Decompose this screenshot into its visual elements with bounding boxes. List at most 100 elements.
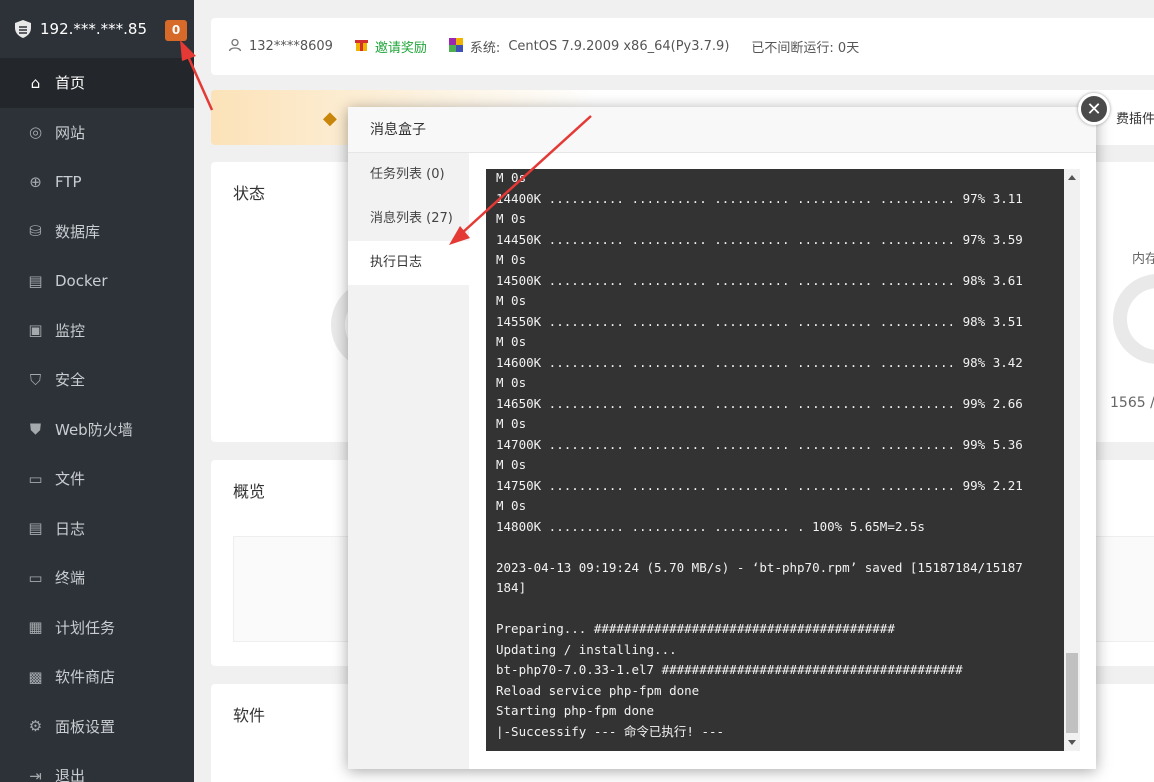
sidebar-item-label: 数据库: [55, 222, 101, 241]
dialog-tab-list: 任务列表 (0) 消息列表 (27) 执行日志: [348, 153, 469, 769]
log-line: 14600K .......... .......... .......... …: [496, 354, 1023, 370]
database-icon: ⛁: [29, 222, 42, 241]
log-line: Preparing... ###########################…: [496, 621, 895, 636]
banner-plugin-text[interactable]: 费插件: [1116, 108, 1154, 127]
log-scrollbar[interactable]: [1064, 169, 1080, 751]
sidebar-item[interactable]: ▩ 软件商店: [0, 652, 194, 702]
top-info-bar: 132****8609 邀请奖励 系统: CentOS 7.9.2009 x86…: [211, 18, 1154, 75]
log-line: 14450K .......... .......... .......... …: [496, 231, 1023, 247]
sidebar-item[interactable]: ▦ 计划任务: [0, 603, 194, 653]
scroll-down-arrow-icon[interactable]: [1068, 740, 1076, 745]
sidebar-item-label: 日志: [55, 519, 86, 538]
sidebar-item-label: 退出: [55, 767, 86, 782]
grid-icon: ▩: [28, 667, 43, 686]
sidebar-item[interactable]: ⛉ 安全: [0, 355, 194, 405]
sidebar-item-label: 面板设置: [55, 717, 116, 736]
sidebar-item[interactable]: ▣ 监控: [0, 306, 194, 356]
sidebar-item[interactable]: ◎ 网站: [0, 108, 194, 158]
log-line: M 0s: [496, 170, 527, 185]
sidebar-item-label: 首页: [55, 74, 86, 93]
log-line: |-Successify --- 命令已执行! ---: [496, 723, 725, 739]
terminal-icon: ▭: [28, 568, 43, 587]
log-icon: ▤: [28, 519, 43, 538]
invite-reward-link[interactable]: 邀请奖励: [375, 37, 427, 56]
dialog-tab[interactable]: 消息列表 (27): [348, 197, 469, 241]
scroll-up-arrow-icon[interactable]: [1068, 175, 1076, 180]
log-line: 14800K .......... .......... .......... …: [496, 518, 925, 534]
log-line: 14400K .......... .......... .......... …: [496, 190, 1023, 206]
memory-gauge: [1113, 274, 1154, 364]
gift-icon: [354, 38, 368, 56]
sidebar: 192.***.***.85 0 ⌂ 首页 ◎ 网站 ⊕ FTP ⛁ 数据库 ▤ Docker ▣ 监…: [0, 0, 194, 782]
sidebar-item-label: Web防火墙: [55, 420, 133, 439]
docker-icon: ▤: [28, 271, 43, 290]
log-line: M 0s: [496, 498, 527, 513]
sidebar-item-label: 网站: [55, 123, 86, 142]
close-dialog-button[interactable]: ✕: [1078, 93, 1110, 125]
status-title: 状态: [233, 184, 266, 203]
globe-icon: ◎: [28, 123, 43, 142]
firewall-shield-icon: ⛊: [29, 420, 42, 439]
monitor-icon: ▣: [28, 321, 43, 340]
sidebar-item[interactable]: ▤ Docker: [0, 256, 194, 306]
system-label: 系统:: [469, 41, 501, 56]
home-icon: ⌂: [30, 73, 41, 92]
log-line: M 0s: [496, 252, 527, 267]
log-line: M 0s: [496, 211, 527, 226]
memory-label: 内存: [1132, 252, 1154, 267]
sidebar-item[interactable]: ▭ 文件: [0, 454, 194, 504]
sidebar-item-label: 监控: [55, 321, 86, 340]
sidebar-item-label: 计划任务: [55, 618, 116, 637]
software-title: 软件: [233, 706, 266, 725]
sidebar-item[interactable]: ⌂ 首页: [0, 58, 194, 108]
dialog-tab[interactable]: 执行日志: [348, 241, 469, 285]
server-header[interactable]: 192.***.***.85 0: [0, 0, 194, 58]
log-line: 14650K .......... .......... .......... …: [496, 395, 1023, 411]
log-line: M 0s: [496, 293, 527, 308]
sidebar-item[interactable]: ⛊ Web防火墙: [0, 405, 194, 455]
logout-icon: ⇥: [29, 766, 42, 782]
log-line: 14750K .......... .......... .......... …: [496, 477, 1023, 493]
log-line: 184]: [496, 580, 527, 595]
memory-value: 1565 /: [1110, 395, 1154, 411]
log-console[interactable]: M 0s 14400K .......... .......... .......…: [486, 169, 1064, 751]
gear-icon: ⚙: [28, 717, 43, 736]
sidebar-item[interactable]: ⇥ 退出: [0, 751, 194, 782]
sidebar-item-label: 文件: [55, 470, 86, 489]
ftp-icon: ⊕: [29, 172, 42, 191]
sidebar-item[interactable]: ⚙ 面板设置: [0, 702, 194, 752]
shield-check-icon: ⛉: [29, 370, 42, 389]
sidebar-item-label: 安全: [55, 371, 86, 390]
sidebar-item[interactable]: ▭ 终端: [0, 553, 194, 603]
log-line: M 0s: [496, 375, 527, 390]
log-line: M 0s: [496, 334, 527, 349]
dialog-title: 消息盒子: [348, 107, 1096, 153]
diamond-icon: ◆: [323, 108, 337, 129]
dialog-tab[interactable]: 任务列表 (0): [348, 153, 469, 197]
bt-logo-icon: [13, 19, 33, 39]
message-box-dialog: 消息盒子 任务列表 (0) 消息列表 (27) 执行日志 M 0s 14400K ..…: [348, 107, 1096, 769]
log-line: 14700K .......... .......... .......... …: [496, 436, 1023, 452]
log-line: M 0s: [496, 416, 527, 431]
calendar-icon: ▦: [28, 618, 43, 637]
uptime-text: 已不间断运行: 0天: [751, 41, 860, 56]
message-badge[interactable]: 0: [165, 20, 187, 41]
user-account[interactable]: 132****8609: [249, 39, 333, 54]
log-line: Starting php-fpm done: [496, 703, 655, 718]
log-line: 2023-04-13 09:19:24 (5.70 MB/s) - ‘bt-ph…: [496, 559, 1023, 575]
sidebar-item[interactable]: ▤ 日志: [0, 504, 194, 554]
sidebar-item[interactable]: ⊕ FTP: [0, 157, 194, 207]
sidebar-item-label: 终端: [55, 569, 86, 588]
log-line: M 0s: [496, 457, 527, 472]
scroll-thumb[interactable]: [1066, 653, 1078, 733]
user-icon: [228, 38, 242, 56]
sidebar-item-label: 软件商店: [55, 668, 116, 687]
execution-log-panel[interactable]: M 0s 14400K .......... .......... .......…: [486, 169, 1080, 751]
folder-icon: ▭: [28, 469, 43, 488]
log-line: 14550K .......... .......... .......... …: [496, 313, 1023, 329]
overview-title: 概览: [233, 482, 266, 501]
sidebar-item[interactable]: ⛁ 数据库: [0, 207, 194, 257]
log-line: Updating / installing...: [496, 641, 677, 657]
